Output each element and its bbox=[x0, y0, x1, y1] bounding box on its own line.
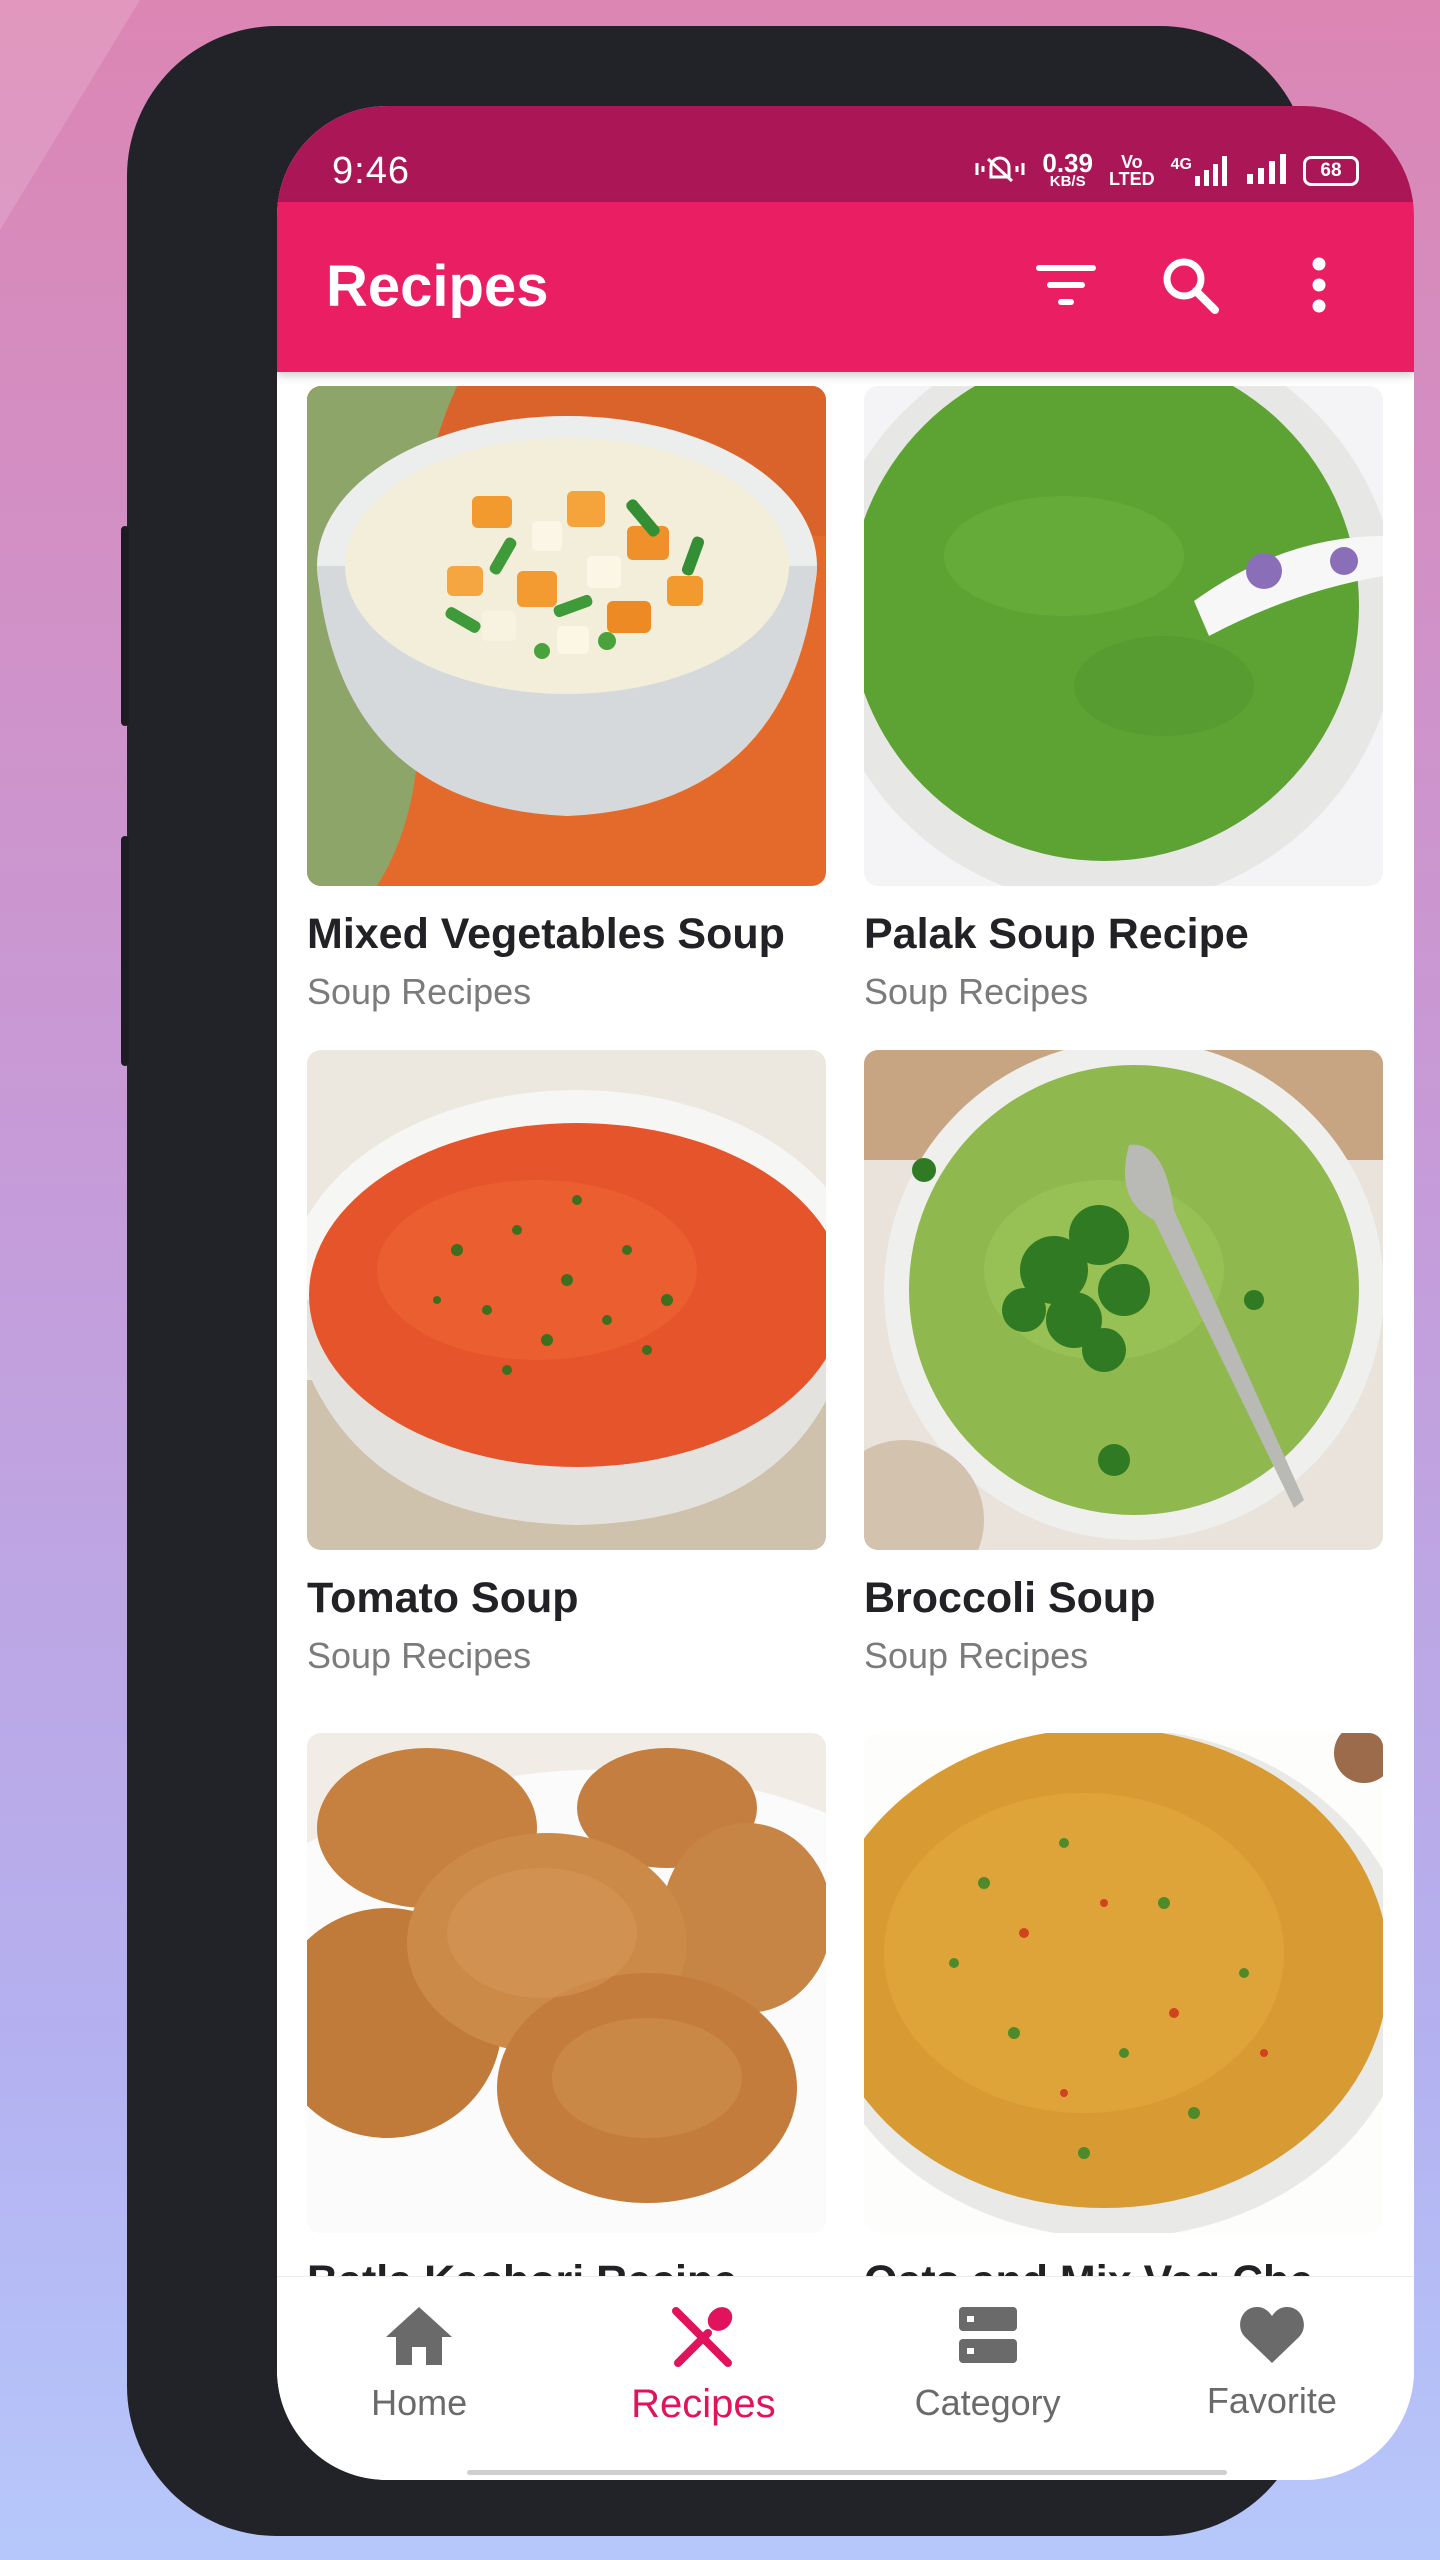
filter-button[interactable] bbox=[1026, 247, 1106, 327]
recipe-category: Soup Recipes bbox=[864, 971, 1089, 1012]
recipe-card[interactable]: Tomato Soup Soup Recipes bbox=[307, 1050, 826, 1677]
network-type-label: 4G bbox=[1170, 156, 1192, 173]
recipe-title: Batla Kachori Recipe bbox=[307, 2257, 826, 2276]
volte-bottom: LTED bbox=[1108, 169, 1155, 189]
status-bar: 9:46 0.39 KB/S Vo LTED 4G 68 bbox=[277, 106, 1414, 202]
volte-indicator: Vo LTED bbox=[1108, 153, 1155, 189]
signal-4g-icon: 4G bbox=[1171, 156, 1231, 186]
search-button[interactable] bbox=[1150, 247, 1230, 327]
recipe-image-batla-kachori bbox=[307, 1733, 826, 2233]
nav-label-recipes: Recipes bbox=[631, 2382, 776, 2426]
nav-label-category: Category bbox=[914, 2382, 1061, 2423]
recipe-category: Soup Recipes bbox=[307, 1635, 532, 1676]
recipe-card[interactable]: Mixed Vegetables Soup Soup Recipes bbox=[307, 386, 826, 1013]
recipe-category: Soup Recipes bbox=[307, 971, 532, 1012]
recipe-category: Soup Recipes bbox=[864, 1635, 1089, 1676]
home-icon bbox=[384, 2305, 454, 2372]
bottom-navigation: Home Recipes Category Favorite bbox=[277, 2276, 1414, 2480]
phone-frame: 9:46 0.39 KB/S Vo LTED 4G 68 Recipes Mix… bbox=[121, 26, 1414, 2536]
search-icon bbox=[1161, 256, 1219, 319]
recipe-image-mixed-vegetables-soup bbox=[307, 386, 826, 886]
status-icons: 0.39 KB/S Vo LTED 4G 68 bbox=[974, 148, 1359, 190]
recipe-card[interactable]: Broccoli Soup Soup Recipes bbox=[864, 1050, 1383, 1677]
recipe-title: Tomato Soup bbox=[307, 1574, 579, 1622]
recipe-card[interactable]: Batla Kachori Recipe bbox=[307, 1733, 826, 2276]
recipe-title: Oats and Mix Veg Che... bbox=[864, 2257, 1383, 2276]
battery-icon: 68 bbox=[1303, 156, 1359, 186]
background-facet bbox=[0, 0, 140, 230]
network-speed-value: 0.39 bbox=[1042, 148, 1093, 178]
recipe-image-palak-soup bbox=[864, 386, 1383, 886]
nav-item-category[interactable]: Category bbox=[846, 2277, 1130, 2480]
recipe-grid: Mixed Vegetables Soup Soup Recipes Palak… bbox=[277, 372, 1414, 2276]
recipe-image-broccoli-soup bbox=[864, 1050, 1383, 1550]
volume-up-button bbox=[121, 526, 129, 726]
nav-item-favorite[interactable]: Favorite bbox=[1130, 2277, 1414, 2480]
recipe-card[interactable]: Oats and Mix Veg Che... bbox=[864, 1733, 1383, 2276]
more-vert-icon bbox=[1309, 257, 1329, 318]
volume-down-button bbox=[121, 836, 129, 1066]
recipe-title: Palak Soup Recipe bbox=[864, 910, 1249, 958]
phone-screen: 9:46 0.39 KB/S Vo LTED 4G 68 Recipes Mix… bbox=[277, 106, 1414, 2480]
nav-item-home[interactable]: Home bbox=[277, 2277, 561, 2480]
fork-knife-icon bbox=[670, 2305, 736, 2372]
heart-icon bbox=[1239, 2305, 1305, 2370]
category-icon bbox=[957, 2305, 1019, 2372]
filter-icon bbox=[1036, 263, 1096, 312]
recipe-image-tomato-soup bbox=[307, 1050, 826, 1550]
home-indicator bbox=[467, 2470, 1227, 2475]
app-bar: Recipes bbox=[277, 202, 1414, 372]
page-title: Recipes bbox=[326, 254, 549, 319]
recipe-image-oats-mix-veg-cheela bbox=[864, 1733, 1383, 2233]
network-speed: 0.39 KB/S bbox=[1042, 148, 1093, 190]
nav-item-recipes[interactable]: Recipes bbox=[561, 2277, 845, 2480]
recipe-card[interactable]: Palak Soup Recipe Soup Recipes bbox=[864, 386, 1383, 1013]
signal-icon bbox=[1247, 153, 1287, 189]
nav-label-home: Home bbox=[371, 2382, 468, 2423]
status-time: 9:46 bbox=[332, 150, 410, 192]
network-speed-unit: KB/S bbox=[1049, 173, 1086, 190]
more-options-button[interactable] bbox=[1279, 247, 1359, 327]
nav-label-favorite: Favorite bbox=[1206, 2380, 1337, 2421]
recipe-title: Broccoli Soup bbox=[864, 1574, 1156, 1622]
mute-vibrate-icon bbox=[974, 153, 1026, 190]
recipe-title: Mixed Vegetables Soup bbox=[307, 910, 785, 958]
